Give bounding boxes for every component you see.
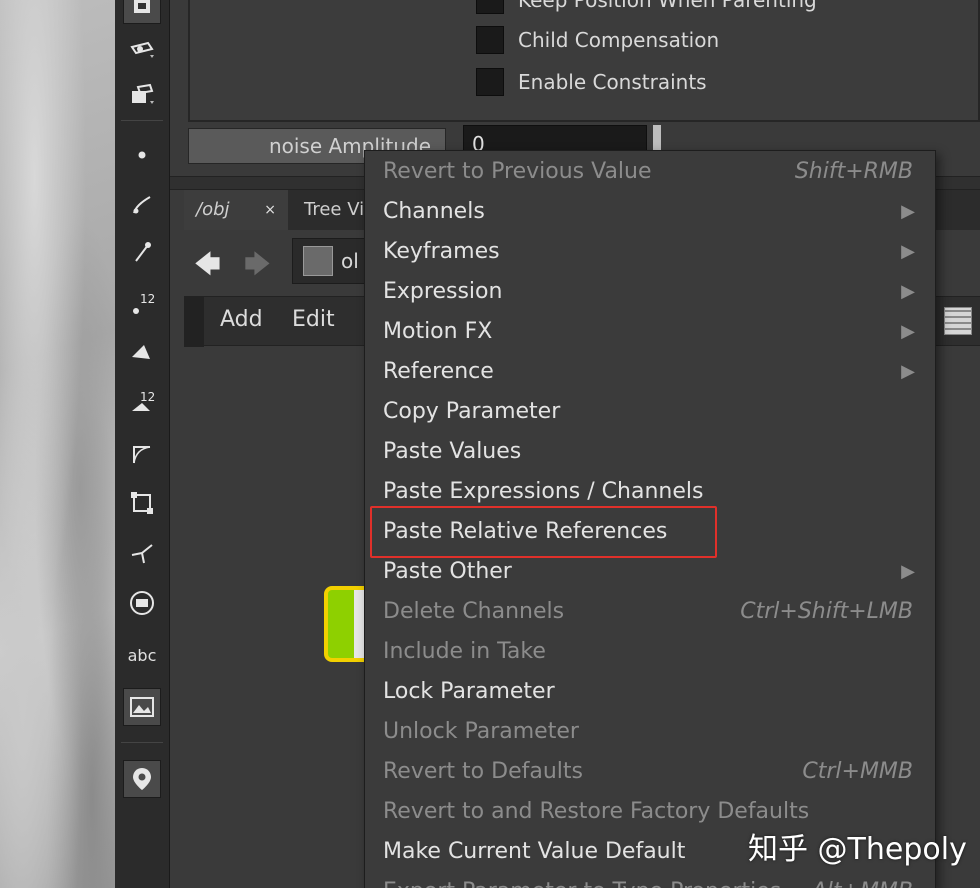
list-view-icon[interactable] <box>944 307 972 335</box>
curve-draw-icon[interactable] <box>123 186 161 224</box>
menu-item-label: Paste Other <box>383 559 512 584</box>
menu-item-shortcut: Shift+RMB <box>794 159 913 184</box>
menu-item-label: Paste Values <box>383 439 522 464</box>
enable-constraints-label: Enable Constraints <box>518 70 707 94</box>
render-camera-icon[interactable] <box>123 76 161 114</box>
child-compensation-label: Child Compensation <box>518 28 720 52</box>
menu-item-label: Lock Parameter <box>383 679 555 704</box>
menu-item-label: Export Parameter to Type Properties <box>383 879 781 888</box>
menu-item-paste-values[interactable]: Paste Values <box>383 432 915 472</box>
tab-obj[interactable]: /obj × <box>184 190 288 230</box>
location-pin-icon[interactable] <box>123 760 161 798</box>
poly-count-label: 12 <box>140 390 155 404</box>
menu-item-shortcut: Alt+MMB <box>812 872 913 888</box>
menu-item-reference[interactable]: Reference ▶ <box>383 352 915 392</box>
menu-item-label: Revert to Previous Value <box>383 159 652 184</box>
checkbox-row-enable-constraints: Enable Constraints <box>476 68 707 96</box>
submenu-arrow-icon: ▶ <box>901 321 915 342</box>
menu-edit[interactable]: Edit <box>292 307 335 332</box>
menu-item-label: Expression <box>383 279 503 304</box>
menu-item-label: Reference <box>383 359 494 384</box>
view-eye-icon[interactable] <box>123 30 161 68</box>
text-tool-icon[interactable]: abc <box>123 636 161 674</box>
scroll-up-handle[interactable] <box>184 297 204 347</box>
menu-item-label: Revert to Defaults <box>383 759 583 784</box>
pivot-icon[interactable] <box>123 534 161 572</box>
watermark: 知乎 @Thepoly <box>748 832 967 867</box>
menu-item-lock-parameter[interactable]: Lock Parameter <box>383 672 915 712</box>
menu-item-copy-parameter[interactable]: Copy Parameter <box>383 392 915 432</box>
keep-position-label: Keep Position When Parenting <box>518 0 817 12</box>
menu-item-label: Include in Take <box>383 639 546 664</box>
bezier-curve-icon[interactable] <box>123 434 161 472</box>
menu-item-label: Revert to and Restore Factory Defaults <box>383 799 810 824</box>
pen-icon[interactable] <box>123 234 161 272</box>
menu-item-label: Delete Channels <box>383 599 565 624</box>
menu-item-shortcut: Ctrl+Shift+LMB <box>740 599 913 624</box>
menu-item-shortcut: Ctrl+MMB <box>802 759 913 784</box>
tab-obj-label: /obj <box>196 199 230 220</box>
menu-add[interactable]: Add <box>220 307 263 332</box>
submenu-arrow-icon: ▶ <box>901 241 915 262</box>
viewport-background <box>0 0 115 888</box>
transform-box-icon[interactable] <box>123 484 161 522</box>
menu-item-revert-defaults[interactable]: Revert to Defaults Ctrl+MMB <box>383 752 915 792</box>
submenu-arrow-icon: ▶ <box>901 201 915 222</box>
submenu-arrow-icon: ▶ <box>901 361 915 382</box>
annotation-highlight-box <box>370 506 717 558</box>
menu-item-paste-other[interactable]: Paste Other ▶ <box>383 552 915 592</box>
shelf-toolbar: 12 12 abc <box>115 0 170 888</box>
menu-item-label: Motion FX <box>383 319 493 344</box>
obj-network-icon <box>303 246 333 276</box>
image-tool-icon[interactable] <box>123 688 161 726</box>
menu-item-label: Unlock Parameter <box>383 719 579 744</box>
menu-item-include-in-take[interactable]: Include in Take <box>383 632 915 672</box>
menu-item-label: Channels <box>383 199 485 224</box>
edit-brush-icon[interactable] <box>123 334 161 372</box>
menu-item-unlock-parameter[interactable]: Unlock Parameter <box>383 712 915 752</box>
menu-item-channels[interactable]: Channels ▶ <box>383 192 915 232</box>
child-compensation-checkbox[interactable] <box>476 26 504 54</box>
menu-item-label: Keyframes <box>383 239 500 264</box>
back-arrow-icon[interactable]: 🡄 <box>194 246 221 290</box>
point-count-label: 12 <box>140 292 155 306</box>
menu-item-motion-fx[interactable]: Motion FX ▶ <box>383 312 915 352</box>
menu-circle-icon[interactable] <box>123 584 161 622</box>
menu-item-expression[interactable]: Expression ▶ <box>383 272 915 312</box>
menu-item-label: Paste Expressions / Channels <box>383 479 704 504</box>
menu-item-export-parameter[interactable]: Export Parameter to Type Properties Alt+… <box>383 872 915 888</box>
poly-count-icon[interactable]: 12 <box>123 384 161 422</box>
menu-item-delete-channels[interactable]: Delete Channels Ctrl+Shift+LMB <box>383 592 915 632</box>
submenu-arrow-icon: ▶ <box>901 281 915 302</box>
checkbox-row-keep-position: Keep Position When Parenting <box>476 0 817 14</box>
menu-item-keyframes[interactable]: Keyframes ▶ <box>383 232 915 272</box>
parameter-panel: Keep Position When Parenting Child Compe… <box>188 0 980 122</box>
object-tool-icon[interactable] <box>123 0 161 24</box>
menu-item-label: Make Current Value Default <box>383 839 686 864</box>
text-tool-label: abc <box>127 645 157 665</box>
checkbox-row-child-compensation: Child Compensation <box>476 26 719 54</box>
submenu-arrow-icon: ▶ <box>901 561 915 582</box>
network-path-label: ol <box>341 249 359 273</box>
menu-item-label: Copy Parameter <box>383 399 561 424</box>
menu-item-revert-previous[interactable]: Revert to Previous Value Shift+RMB <box>383 152 915 192</box>
point-icon[interactable] <box>123 136 161 174</box>
keep-position-checkbox[interactable] <box>476 0 504 14</box>
forward-arrow-icon[interactable]: 🡆 <box>244 246 271 290</box>
point-count-icon[interactable]: 12 <box>123 284 161 322</box>
close-icon[interactable]: × <box>264 190 276 230</box>
tab-tree-view-label: Tree Vi <box>304 199 365 220</box>
parameter-context-menu: Revert to Previous Value Shift+RMB Chann… <box>364 150 936 888</box>
enable-constraints-checkbox[interactable] <box>476 68 504 96</box>
